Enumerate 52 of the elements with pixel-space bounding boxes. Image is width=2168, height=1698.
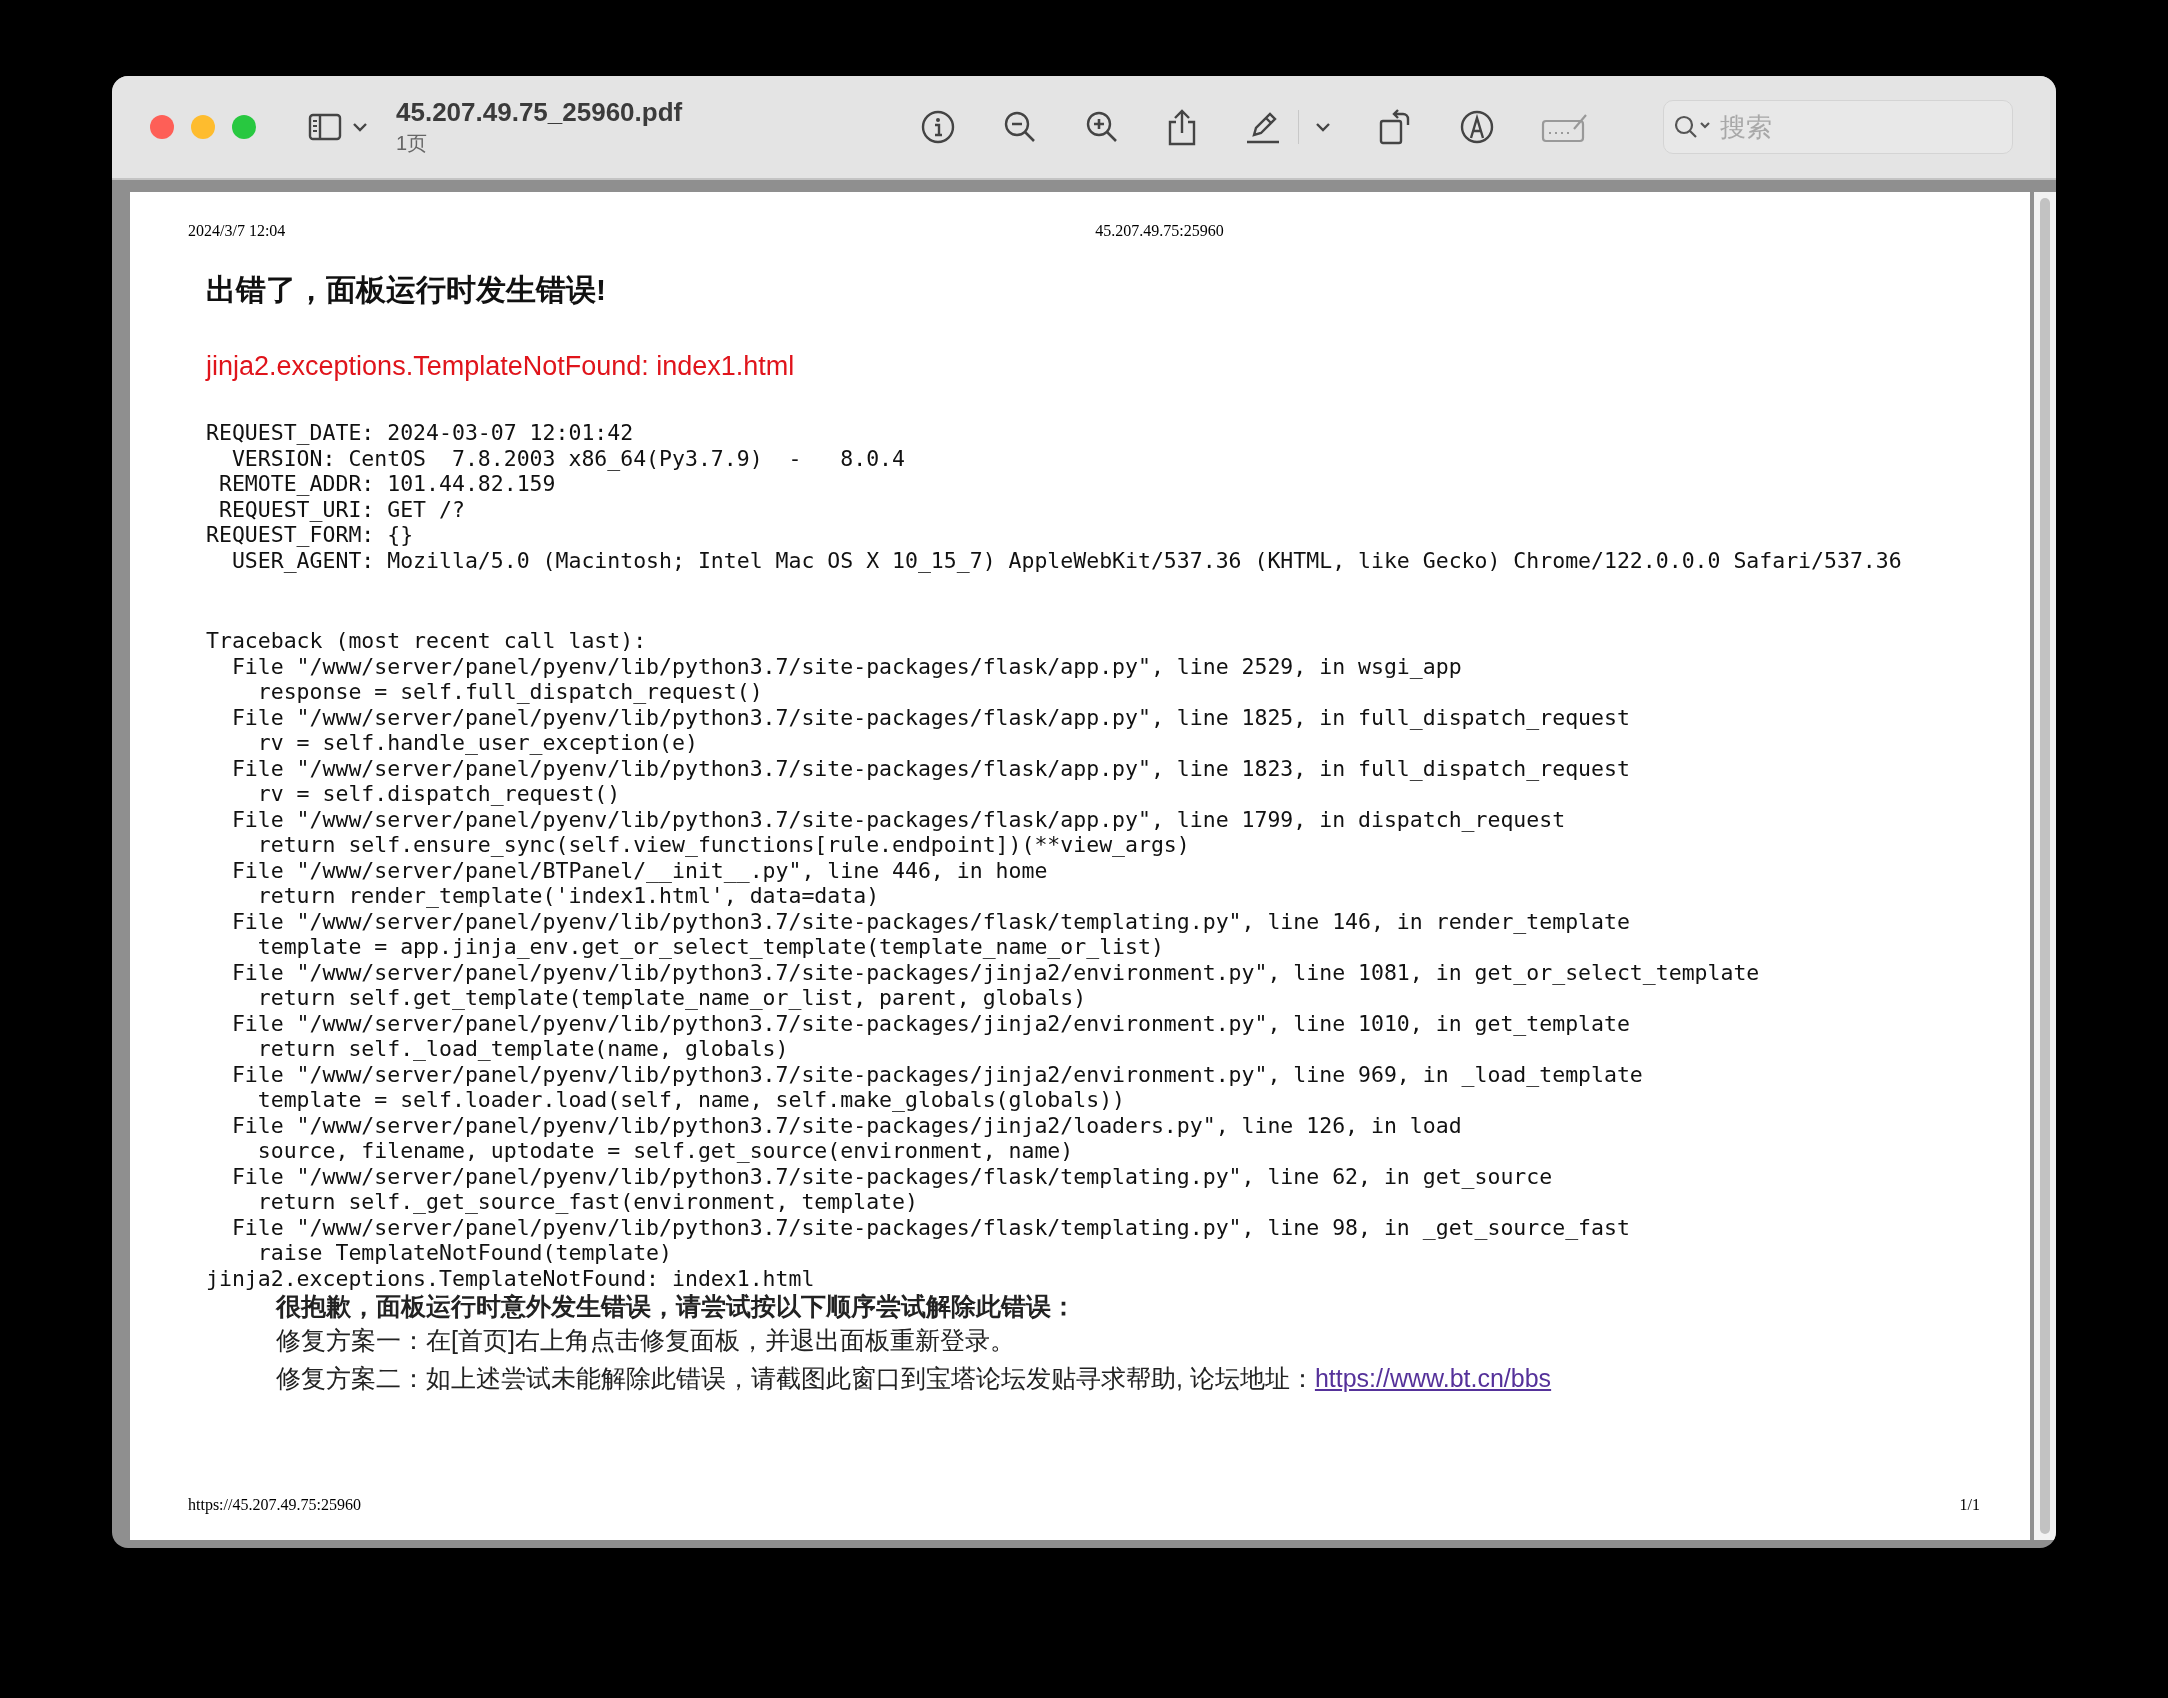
traceback-line: return self._get_source_fast(environment, template) — [256, 1189, 919, 1215]
traceback-line: File "/www/server/panel/pyenv/lib/python3.7/site-packages/jinja2/environment.py", line 969, in _load_template — [230, 1061, 1644, 1087]
document-title: 45.207.49.75_25960.pdf — [396, 97, 684, 128]
info-icon — [920, 109, 956, 145]
error-heading: 出错了，面板运行时发生错误! — [206, 272, 607, 308]
request-info-line: USER_AGENT: Mozilla/5.0 (Macintosh; Intel Mac OS X 10_15_7) AppleWebKit/537.36 (KHTML, like Gecko) Chrome/122.0.0.0 Safari/537.36 — [230, 547, 1903, 573]
request-info-line: REQUEST_FORM: {} — [206, 522, 415, 548]
request-info-line: REQUEST_DATE: 2024-03-07 12:01:42 — [206, 420, 635, 446]
traceback-line: return self.get_template(template_name_or_list, parent, globals) — [256, 985, 1088, 1011]
chevron-down-icon — [352, 121, 368, 133]
traceback-line: return self.ensure_sync(self.view_functions[rule.endpoint])(**view_args) — [256, 832, 1191, 858]
scrollbar-thumb[interactable] — [2040, 198, 2050, 1534]
traceback-line: return self._load_template(name, globals) — [256, 1036, 790, 1062]
traceback-line: File "/www/server/panel/pyenv/lib/python3.7/site-packages/flask/templating.py", line 98, in _get_source_fast — [230, 1214, 1631, 1240]
traceback-line: rv = self.dispatch_request() — [256, 781, 622, 807]
print-host: 45.207.49.75:25960 — [1095, 222, 1224, 240]
traceback-line: File "/www/server/panel/pyenv/lib/python3.7/site-packages/jinja2/environment.py", line 1010, in get_template — [230, 1010, 1631, 1036]
request-info-line: REQUEST_URI: GET /? — [217, 496, 466, 522]
traceback-line: Traceback (most recent call last): — [206, 628, 648, 654]
traceback-line: File "/www/server/panel/pyenv/lib/python3.7/site-packages/flask/templating.py", line 62, in get_source — [230, 1163, 1554, 1189]
traceback-line: File "/www/server/panel/pyenv/lib/python3.7/site-packages/flask/app.py", line 1823, in full_dispatch_request — [230, 755, 1631, 781]
page-number: 1/1 — [1959, 1496, 1980, 1514]
print-date: 2024/3/7 12:04 — [188, 222, 286, 240]
traceback-line: return render_template('index1.html', data=data) — [256, 883, 881, 909]
forum-link[interactable]: https://www.bt.cn/bbs — [1314, 1364, 1552, 1392]
request-info-line: VERSION: CentOS 7.8.2003 x86_64(Py3.7.9) - 8.0.4 — [230, 445, 906, 471]
traceback-line: rv = self.handle_user_exception(e) — [256, 730, 699, 756]
sidebar-icon — [308, 112, 342, 142]
search-field[interactable]: 搜索 — [1663, 100, 2013, 154]
traceback-line: response = self.full_dispatch_request() — [256, 679, 764, 705]
traceback-line: raise TemplateNotFound(template) — [256, 1240, 673, 1266]
share-icon — [1166, 108, 1198, 146]
traceback-line: File "/www/server/panel/pyenv/lib/python3.7/site-packages/flask/app.py", line 1825, in full_dispatch_request — [230, 704, 1631, 730]
traceback-line: File "/www/server/panel/BTPanel/__init__.py", line 446, in home — [230, 857, 1049, 883]
request-info-line: REMOTE_ADDR: 101.44.82.159 — [217, 471, 557, 497]
traceback-line: File "/www/server/panel/pyenv/lib/python3.7/site-packages/flask/app.py", line 1799, in dispatch_request — [230, 806, 1567, 832]
traceback-line: jinja2.exceptions.TemplateNotFound: index1.html — [206, 1265, 816, 1291]
page-url: https://45.207.49.75:25960 — [188, 1496, 361, 1514]
traceback-line: File "/www/server/panel/pyenv/lib/python3.7/site-packages/jinja2/loaders.py", line 126, in load — [230, 1112, 1463, 1138]
traceback-line: File "/www/server/panel/pyenv/lib/python3.7/site-packages/flask/app.py", line 2529, in wsgi_app — [230, 653, 1463, 679]
page-count: 1页 — [396, 131, 429, 156]
traceback-line: File "/www/server/panel/pyenv/lib/python3.7/site-packages/flask/templating.py", line 146, in render_template — [230, 908, 1631, 934]
traceback-line: File "/www/server/panel/pyenv/lib/python3.7/site-packages/jinja2/environment.py", line 1081, in get_or_select_template — [230, 959, 1761, 985]
error-message: jinja2.exceptions.TemplateNotFound: index1.html — [206, 351, 796, 382]
traceback-line: template = self.loader.load(self, name, self.make_globals(globals)) — [256, 1087, 1127, 1113]
help-text: 修复方案二：如上述尝试未能解除此错误，请截图此窗口到宝塔论坛发贴寻求帮助, 论坛地址：https://www.bt.cn/bbs — [276, 1363, 1553, 1394]
pen-tip-circle-icon — [1459, 109, 1495, 145]
chevron-down-icon — [1315, 121, 1331, 133]
traceback-line: template = app.jinja_env.get_or_select_template(template_name_or_list) — [256, 934, 1165, 960]
traceback-line: source, filename, uptodate = self.get_source(environment, name) — [256, 1138, 1075, 1164]
help-heading: 很抱歉，面板运行时意外发生错误，请尝试按以下顺序尝试解除此错误： — [276, 1291, 1077, 1321]
help-text: 修复方案一：在[首页]右上角点击修复面板，并退出面板重新登录。 — [276, 1325, 1016, 1356]
